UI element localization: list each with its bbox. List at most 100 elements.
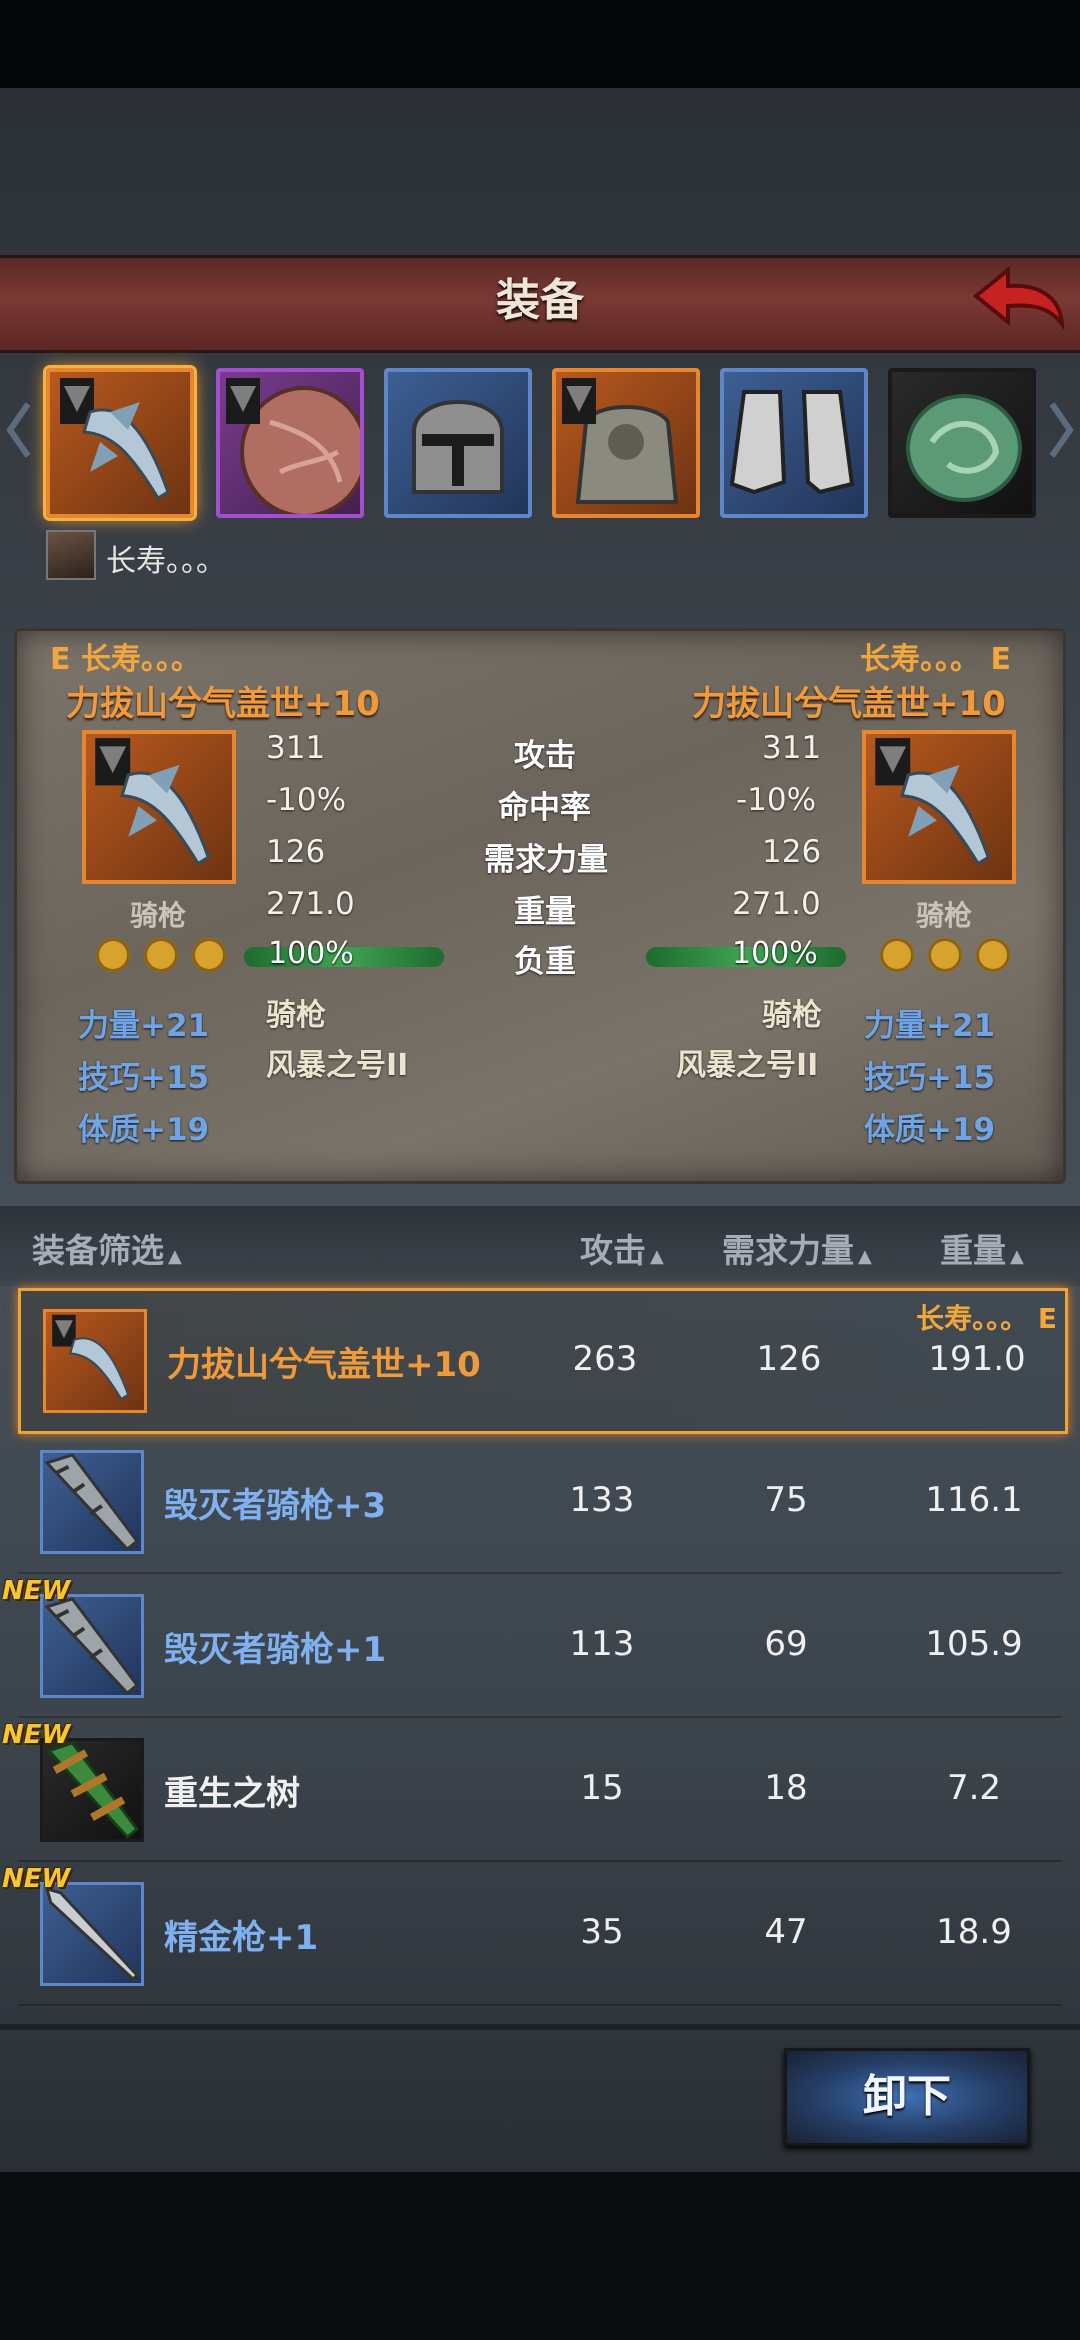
- item-row-1[interactable]: 力拔山兮气盖世+10 263 126 191.0 长寿。。。 E: [18, 1288, 1068, 1434]
- item-attack: 263: [572, 1339, 638, 1379]
- filter-sort-button[interactable]: 装备筛选 ▲: [32, 1224, 182, 1272]
- slot-boots[interactable]: [720, 368, 868, 518]
- spear-icon: [44, 1886, 140, 1982]
- chevron-right-icon: [1049, 402, 1074, 458]
- item-name: 毁灭者骑枪+3: [164, 1486, 387, 1526]
- item-attack: 113: [569, 1624, 635, 1664]
- shield-icon: [226, 378, 360, 514]
- item-weight: 116.1: [925, 1480, 1023, 1520]
- stat-label-weight: 重量: [514, 894, 576, 930]
- left-bonus-constitution: 体质+19: [78, 1112, 210, 1148]
- sort-triangle-icon: ▲: [1010, 1246, 1024, 1267]
- right-trait-skill: 风暴之号II: [676, 1048, 819, 1083]
- star-icon: [192, 938, 226, 972]
- unequip-button[interactable]: 卸下: [784, 2048, 1030, 2146]
- left-bonus-skill: 技巧+15: [78, 1060, 210, 1096]
- item-attack: 15: [580, 1768, 624, 1808]
- star-icon: [928, 938, 962, 972]
- sort-triangle-icon: ▲: [858, 1246, 872, 1267]
- right-load-value: 100%: [732, 936, 818, 971]
- status-bar: [0, 0, 1080, 88]
- left-trait-type: 骑枪: [266, 998, 326, 1033]
- bottom-bar: [0, 2172, 1080, 2340]
- star-icon: [880, 938, 914, 972]
- helmet-icon: [412, 400, 504, 494]
- item-row-4[interactable]: NEW 重生之树 15 18 7.2: [2, 1720, 1062, 1862]
- item-name: 精金枪+1: [164, 1918, 319, 1958]
- list-divider: [0, 2024, 1080, 2030]
- item-strength: 75: [764, 1480, 808, 1520]
- back-arrow-icon: [972, 265, 1065, 331]
- item-weight: 7.2: [946, 1768, 1002, 1808]
- page-title: 装备: [496, 275, 584, 326]
- attack-sort-button[interactable]: 攻击 ▲: [580, 1224, 664, 1272]
- lance-icon: [44, 1597, 140, 1695]
- item-row-5[interactable]: NEW 精金枪+1 35 47 18.9: [2, 1864, 1062, 2006]
- right-stat-strength: 126: [762, 834, 822, 870]
- left-item-icon: [82, 730, 236, 884]
- item-row-3[interactable]: NEW 毁灭者骑枪+1 113 69 105.9: [2, 1576, 1062, 1718]
- tree-lance-icon: [46, 1741, 140, 1839]
- right-stat-hit: -10%: [736, 782, 817, 818]
- attack-label: 攻击: [580, 1231, 646, 1270]
- armor-icon: [562, 378, 679, 504]
- slot-shield[interactable]: [216, 368, 364, 518]
- slot-armor[interactable]: [552, 368, 700, 518]
- sort-triangle-icon: ▲: [650, 1246, 664, 1267]
- right-bonus-constitution: 体质+19: [864, 1112, 996, 1148]
- item-icon: [43, 1309, 147, 1413]
- slot-helmet[interactable]: [384, 368, 532, 518]
- right-item-icon: [862, 730, 1016, 884]
- slots-next-arrow[interactable]: [1048, 400, 1074, 460]
- stat-label-attack: 攻击: [514, 738, 576, 774]
- star-icon: [144, 938, 178, 972]
- lance-icon: [52, 1314, 130, 1401]
- strength-sort-button[interactable]: 需求力量 ▲: [722, 1224, 872, 1272]
- right-owner: 长寿。。。 E: [860, 642, 1011, 677]
- weight-label: 重量: [940, 1231, 1006, 1270]
- item-weight: 191.0: [928, 1339, 1026, 1379]
- slots-prev-arrow[interactable]: [6, 400, 32, 460]
- item-name: 重生之树: [164, 1774, 300, 1814]
- left-stat-attack: 311: [266, 730, 326, 766]
- sort-triangle-icon: ▲: [168, 1246, 182, 1267]
- item-strength: 18: [764, 1768, 808, 1808]
- item-strength: 126: [756, 1339, 822, 1379]
- weight-sort-button[interactable]: 重量 ▲: [940, 1224, 1024, 1272]
- left-stat-strength: 126: [266, 834, 326, 870]
- new-badge: NEW: [2, 1864, 71, 1894]
- slot-weapon[interactable]: [46, 368, 194, 518]
- new-badge: NEW: [2, 1576, 71, 1606]
- lance-icon: [875, 738, 991, 866]
- right-bonus-strength: 力量+21: [864, 1008, 996, 1044]
- item-name: 力拔山兮气盖世+10: [167, 1345, 481, 1385]
- left-stat-hit: -10%: [266, 782, 347, 818]
- right-item-type: 骑枪: [916, 899, 973, 932]
- item-weight: 105.9: [925, 1624, 1023, 1664]
- new-badge: NEW: [2, 1720, 71, 1750]
- star-icon: [976, 938, 1010, 972]
- back-button[interactable]: [968, 262, 1068, 332]
- right-item-name: 力拔山兮气盖世+10: [692, 684, 1006, 724]
- item-row-2[interactable]: 毁灭者骑枪+3 133 75 116.1: [18, 1432, 1062, 1574]
- item-attack: 133: [569, 1480, 635, 1520]
- strength-label: 需求力量: [722, 1231, 854, 1270]
- stat-label-hit: 命中率: [498, 790, 591, 826]
- stat-label-load: 负重: [514, 944, 576, 980]
- right-bonus-skill: 技巧+15: [864, 1060, 996, 1096]
- boots-icon: [729, 390, 855, 495]
- jade-charm-icon: [906, 394, 1022, 502]
- lance-icon: [60, 378, 170, 501]
- slot-accessory[interactable]: [888, 368, 1036, 518]
- left-item-type: 骑枪: [130, 899, 187, 932]
- item-weight: 18.9: [936, 1912, 1012, 1952]
- right-trait-type: 骑枪: [762, 998, 822, 1033]
- chevron-left-icon: [6, 402, 31, 458]
- left-stat-weight: 271.0: [266, 886, 355, 922]
- lance-icon: [44, 1453, 140, 1551]
- item-icon: [40, 1738, 144, 1842]
- star-icon: [96, 938, 130, 972]
- left-load-value: 100%: [268, 936, 354, 971]
- character-avatar: [46, 530, 96, 580]
- left-bonus-strength: 力量+21: [78, 1008, 210, 1044]
